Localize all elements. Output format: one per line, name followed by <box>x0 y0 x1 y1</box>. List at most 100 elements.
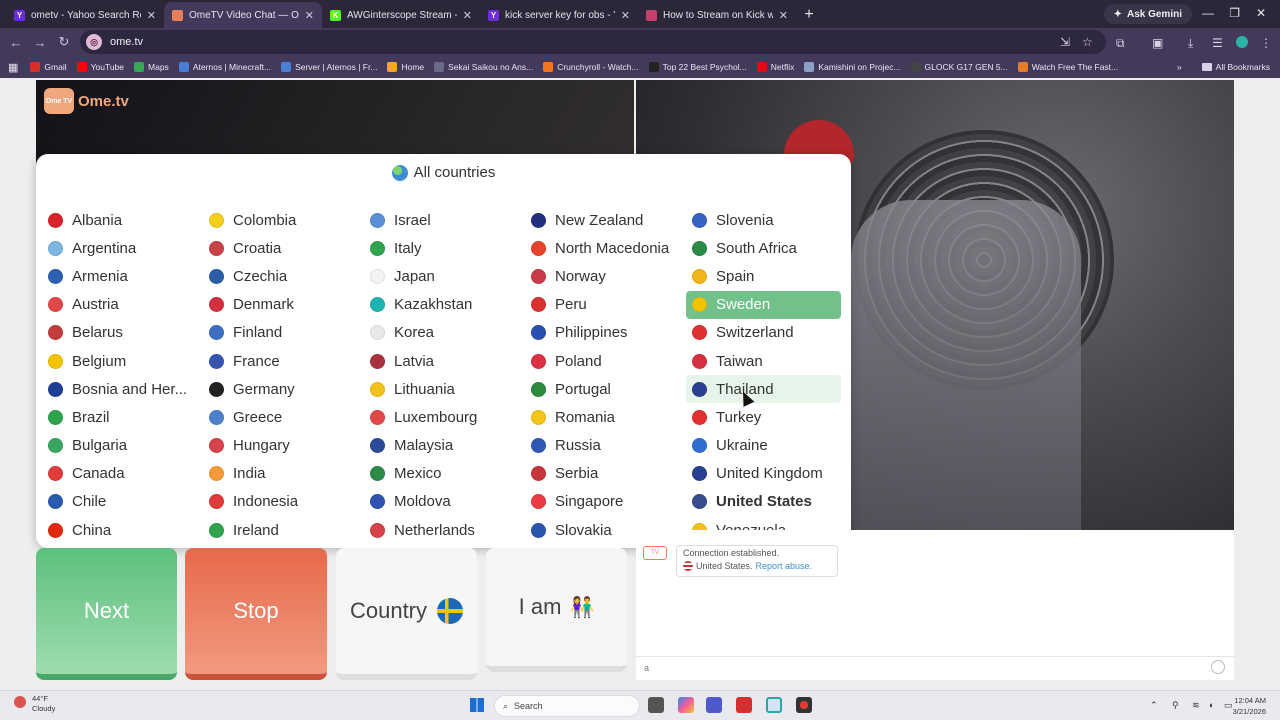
country-option[interactable]: Albania <box>42 206 197 234</box>
browser-tab[interactable]: How to Stream on Kick with OB ✕ <box>638 2 796 28</box>
minimize-icon[interactable]: — <box>1202 6 1214 20</box>
all-countries-option[interactable]: All countries <box>36 164 851 181</box>
close-tab-icon[interactable]: ✕ <box>463 9 472 22</box>
country-option[interactable]: Brazil <box>42 403 197 431</box>
country-button[interactable]: Country <box>336 548 477 680</box>
browser-tab[interactable]: OmeTV Video Chat — Ome ✕ <box>164 2 322 28</box>
country-option[interactable]: Sweden <box>686 290 841 319</box>
reload-icon[interactable]: ↻ <box>52 34 76 50</box>
ask-gemini-button[interactable]: ✦ Ask Gemini <box>1103 4 1192 24</box>
close-tab-icon[interactable]: ✕ <box>779 9 788 22</box>
country-option[interactable]: Ukraine <box>686 432 841 460</box>
country-option[interactable]: Indonesia <box>203 488 358 516</box>
tray-chevron-icon[interactable]: ⌃ <box>1150 700 1158 711</box>
stop-button[interactable]: Stop <box>185 548 327 680</box>
tray-app-icon[interactable]: ⚲ <box>1172 700 1179 711</box>
browser-tab[interactable]: Ykick server key for obs - Yahoo ✕ <box>480 2 638 28</box>
country-option[interactable]: United States <box>686 488 841 516</box>
country-option[interactable]: Canada <box>42 460 197 488</box>
country-option[interactable]: Mexico <box>364 460 519 488</box>
country-option[interactable]: Czechia <box>203 262 358 290</box>
battery-icon[interactable]: ▭ <box>1224 700 1233 711</box>
country-option[interactable]: Lithuania <box>364 375 519 403</box>
country-option[interactable]: Portugal <box>525 375 680 403</box>
notes-app-icon[interactable] <box>766 697 782 713</box>
country-option[interactable]: New Zealand <box>525 206 680 234</box>
bookmark-item[interactable]: Maps <box>134 62 169 72</box>
teams-icon[interactable] <box>706 697 722 713</box>
profile-avatar-icon[interactable] <box>1236 36 1248 48</box>
report-abuse-link[interactable]: Report abuse. <box>756 561 813 571</box>
country-option[interactable]: Bulgaria <box>42 432 197 460</box>
maximize-icon[interactable]: ❐ <box>1229 6 1240 20</box>
country-option[interactable]: Serbia <box>525 460 680 488</box>
clock[interactable]: 12:04 AM 3/21/2026 <box>1233 695 1266 717</box>
country-option[interactable]: Austria <box>42 291 197 319</box>
country-option[interactable]: Taiwan <box>686 347 841 375</box>
apps-grid-icon[interactable]: ▦ <box>8 61 18 74</box>
country-option[interactable]: Colombia <box>203 206 358 234</box>
site-info-icon[interactable]: ◎ <box>86 34 102 50</box>
country-option[interactable]: Greece <box>203 403 358 431</box>
country-option[interactable]: Japan <box>364 262 519 290</box>
reading-list-icon[interactable]: ☰ <box>1212 36 1223 50</box>
country-option[interactable]: Israel <box>364 206 519 234</box>
close-tab-icon[interactable]: ✕ <box>147 9 156 22</box>
browser-tab[interactable]: K AWGinterscope Stream - Watch ✕ <box>322 2 480 28</box>
country-option[interactable]: Hungary <box>203 432 358 460</box>
all-bookmarks-button[interactable]: » All Bookmarks <box>1177 62 1270 72</box>
wifi-icon[interactable]: ≋ <box>1192 700 1200 711</box>
new-tab-button[interactable]: + <box>796 2 822 28</box>
windows-start-icon[interactable] <box>470 698 484 712</box>
country-option[interactable]: Finland <box>203 319 358 347</box>
country-option[interactable]: Poland <box>525 347 680 375</box>
country-option[interactable]: Switzerland <box>686 319 841 347</box>
country-option[interactable]: Spain <box>686 262 841 290</box>
volume-icon[interactable]: ◖ <box>1208 700 1213 710</box>
country-option[interactable]: Moldova <box>364 488 519 516</box>
forward-icon[interactable]: → <box>28 35 52 50</box>
emoji-icon[interactable] <box>1211 660 1225 674</box>
chrome-icon[interactable] <box>796 697 812 713</box>
extensions-icon[interactable]: ⧉ <box>1116 36 1125 51</box>
chat-input[interactable]: a <box>636 656 1234 680</box>
country-option[interactable]: United Kingdom <box>686 460 841 488</box>
bookmark-item[interactable]: Watch Free The Fast... <box>1017 62 1118 72</box>
taskbar-search[interactable]: ⌕ Search <box>494 695 640 717</box>
install-app-icon[interactable]: ⇲ <box>1060 35 1070 49</box>
country-option[interactable]: Latvia <box>364 347 519 375</box>
country-option[interactable]: Philippines <box>525 319 680 347</box>
next-button[interactable]: Next <box>36 548 177 680</box>
country-option[interactable]: Croatia <box>203 234 358 262</box>
country-option[interactable]: Italy <box>364 234 519 262</box>
browser-tab[interactable]: Yometv - Yahoo Search Results ✕ <box>6 2 164 28</box>
tab-search-icon[interactable]: ▣ <box>1152 36 1163 50</box>
country-option[interactable]: Malaysia <box>364 432 519 460</box>
country-option[interactable]: Chile <box>42 488 197 516</box>
country-option[interactable]: Belarus <box>42 319 197 347</box>
ometv-logo[interactable]: Ome TV Ome.tv <box>44 88 129 114</box>
country-option[interactable]: Korea <box>364 319 519 347</box>
country-option[interactable]: South Africa <box>686 234 841 262</box>
close-window-icon[interactable]: ✕ <box>1256 6 1266 20</box>
bookmark-item[interactable]: YouTube <box>76 62 124 72</box>
country-option[interactable]: Singapore <box>525 488 680 516</box>
weather-widget[interactable]: 44°F Cloudy <box>14 694 55 714</box>
address-bar[interactable]: ◎ ome.tv ⇲ ☆ <box>80 30 1106 54</box>
close-tab-icon[interactable]: ✕ <box>621 9 630 22</box>
country-option[interactable]: Bosnia and Her... <box>42 375 197 403</box>
close-tab-icon[interactable]: ✕ <box>305 9 314 22</box>
country-option[interactable]: China <box>42 516 197 544</box>
country-option[interactable]: Netherlands <box>364 516 519 544</box>
bookmark-star-icon[interactable]: ☆ <box>1082 35 1093 49</box>
country-option[interactable]: Romania <box>525 403 680 431</box>
country-option[interactable]: Russia <box>525 432 680 460</box>
gender-button[interactable]: I am 👫 <box>486 548 627 672</box>
country-option[interactable]: North Macedonia <box>525 234 680 262</box>
country-option[interactable]: Germany <box>203 375 358 403</box>
country-option[interactable]: Norway <box>525 262 680 290</box>
country-option[interactable]: Belgium <box>42 347 197 375</box>
bookmark-item[interactable]: GLOCK G17 GEN 5... <box>910 62 1008 72</box>
country-option[interactable]: Turkey <box>686 403 841 431</box>
country-option[interactable]: Armenia <box>42 262 197 290</box>
